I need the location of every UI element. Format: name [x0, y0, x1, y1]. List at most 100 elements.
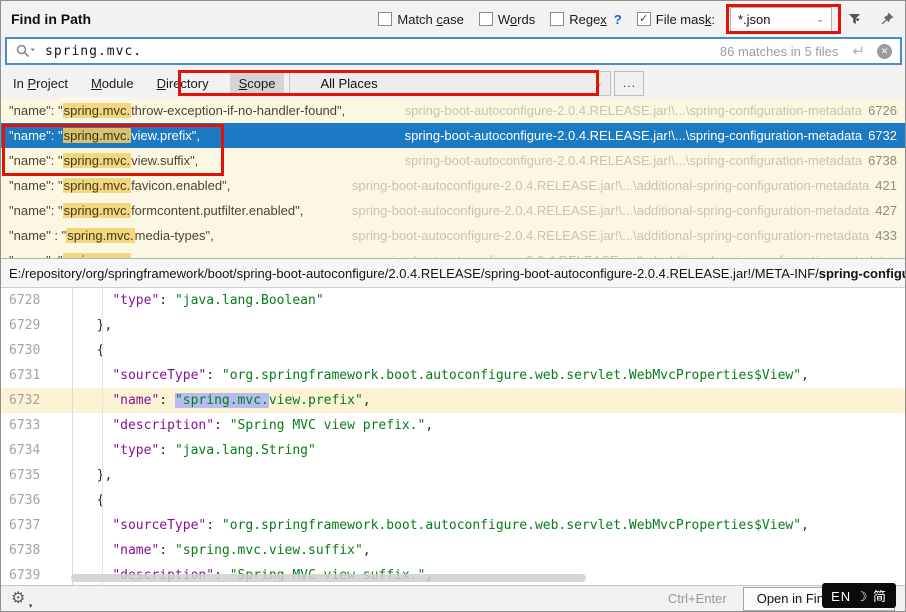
code-segment	[81, 543, 112, 558]
code-segment: ,	[363, 543, 371, 558]
code-line[interactable]: 6736 {	[1, 488, 905, 513]
label-mnemonic: x	[600, 12, 607, 27]
result-row[interactable]: "name": "spring.mvc.throw-exception-if-n…	[1, 98, 905, 123]
file-mask-checkbox[interactable]: ✓File mask:	[637, 12, 715, 27]
line-number: 6732	[1, 388, 73, 413]
code-preview[interactable]: 6728 "type": "java.lang.Boolean"6729 },6…	[1, 288, 905, 585]
results-list: "name": " spring.mvc. throw-exception-if-n…	[1, 98, 905, 258]
words-checkbox[interactable]: Words	[479, 12, 535, 27]
code-segment: ,	[801, 518, 809, 533]
regex-label: Regex	[569, 12, 607, 27]
toolbar-options: Match caseWordsRegex?✓File mask: *.json …	[378, 7, 895, 32]
code-line[interactable]: 6731 "sourceType": "org.springframework.…	[1, 363, 905, 388]
search-icon[interactable]	[15, 43, 37, 59]
code-line[interactable]: 6735 },	[1, 463, 905, 488]
result-text: "name": "spring.mvc.view.prefix",	[9, 128, 200, 143]
match-case-box[interactable]	[378, 12, 392, 26]
line-number: 6731	[1, 363, 73, 388]
result-rest: view.suffix",	[131, 153, 198, 168]
code-line[interactable]: 6733 "description": "Spring MVC view pre…	[1, 413, 905, 438]
gear-icon[interactable]: ⚙	[11, 591, 25, 607]
line-code: "name": "spring.mvc.view.suffix",	[73, 543, 371, 558]
result-row[interactable]: "name" : "spring.mvc.media-types",spring…	[1, 223, 905, 248]
dialog-titlebar: Find in Path Match case Words Regex? ✓ File …	[1, 1, 905, 37]
code-segment: ,	[425, 418, 433, 433]
scope-combo[interactable]: All Places ⌄	[289, 71, 611, 96]
horizontal-scrollbar[interactable]	[71, 574, 586, 582]
file-mask-combo[interactable]: *.json ⌄	[730, 7, 832, 32]
line-number: 6735	[1, 463, 73, 488]
line-code: "description": "Spring MVC view prefix."…	[73, 418, 433, 433]
result-row[interactable]: "name": "spring.mvc.spring-boot-autoconf…	[1, 248, 905, 258]
dialog-title: Find in Path	[11, 11, 91, 27]
code-line[interactable]: 6732 "name": "spring.mvc.view.prefix",	[1, 388, 905, 413]
words-label: Words	[498, 12, 535, 27]
result-file: spring-boot-autoconfigure-2.0.4.RELEASE.…	[405, 128, 862, 143]
scope-bar: In Project Module Directory Scope All Place…	[1, 69, 905, 97]
result-row[interactable]: "name": "spring.mvc.favicon.enabled",spr…	[1, 173, 905, 198]
preview-path-filename: spring-configuration-metadata.json	[819, 266, 905, 281]
line-code: },	[73, 318, 112, 333]
filter-icon[interactable]	[847, 11, 864, 27]
scope-tabs: In Project Module Directory Scope	[11, 72, 284, 95]
label-pre: W	[498, 12, 510, 27]
line-number: 6734	[1, 438, 73, 463]
file-mask-box[interactable]: ✓	[637, 12, 651, 26]
code-segment: :	[206, 518, 222, 533]
scope-tab-module[interactable]: Module	[89, 72, 136, 95]
label-mnemonic: S	[239, 76, 248, 91]
code-line[interactable]: 6730 {	[1, 338, 905, 363]
regex-checkbox[interactable]: Regex?	[550, 12, 622, 27]
result-prefix: "name": "	[9, 128, 63, 143]
code-segment	[81, 293, 112, 308]
result-row[interactable]: "name": "spring.mvc.view.prefix", spring-…	[1, 123, 905, 148]
code-segment: {	[81, 493, 104, 508]
result-line-number: 6726	[868, 103, 897, 118]
code-segment: "java.lang.Boolean"	[175, 293, 324, 308]
line-code: {	[73, 493, 104, 508]
code-line[interactable]: 6734 "type": "java.lang.String"	[1, 438, 905, 463]
code-segment: "sourceType"	[112, 368, 206, 383]
code-lines: 6728 "type": "java.lang.Boolean"6729 },6…	[1, 288, 905, 585]
clear-icon[interactable]: ✕	[877, 44, 892, 59]
label-post: rds	[517, 12, 535, 27]
code-segment	[81, 518, 112, 533]
line-number: 6728	[1, 288, 73, 313]
result-line-number: 421	[875, 178, 897, 193]
code-line[interactable]: 6729 },	[1, 313, 905, 338]
code-segment: "Spring MVC view prefix."	[230, 418, 426, 433]
code-line[interactable]: 6728 "type": "java.lang.Boolean"	[1, 288, 905, 313]
result-text: "name": "spring.mvc.view.suffix",	[9, 153, 198, 168]
code-segment: },	[81, 318, 112, 333]
footer-bar: ⚙ Ctrl+Enter Open in Find Window	[1, 585, 905, 611]
match-case-checkbox[interactable]: Match case	[378, 12, 463, 27]
regex-box[interactable]	[550, 12, 564, 26]
chevron-down-icon: ⌄	[595, 78, 603, 89]
search-input[interactable]: spring.mvc. 86 matches in 5 files ↵ ✕	[5, 37, 902, 65]
line-number: 6733	[1, 413, 73, 438]
scope-more-button[interactable]: ...	[614, 71, 644, 96]
words-box[interactable]	[479, 12, 493, 26]
result-row[interactable]: "name": "spring.mvc.view.suffix",spring-…	[1, 148, 905, 173]
label-pre: Rege	[569, 12, 600, 27]
label-pre: In	[13, 76, 27, 91]
line-number: 6737	[1, 513, 73, 538]
label-pre: File mas	[656, 12, 705, 27]
code-line[interactable]: 6738 "name": "spring.mvc.view.suffix",	[1, 538, 905, 563]
match-highlight: spring.mvc.	[63, 203, 131, 218]
result-row[interactable]: "name": "spring.mvc.formcontent.putfilte…	[1, 198, 905, 223]
regex-help-icon[interactable]: ?	[614, 12, 622, 27]
result-rest: throw-exception-if-no-handler-found",	[131, 103, 345, 118]
result-text: "name": "spring.mvc.favicon.enabled",	[9, 178, 230, 193]
line-code: "sourceType": "org.springframework.boot.…	[73, 368, 809, 383]
line-code: },	[73, 468, 112, 483]
pin-icon[interactable]	[879, 11, 895, 27]
scope-tab-directory[interactable]: Directory	[155, 72, 211, 95]
code-segment: ,	[363, 393, 371, 408]
result-rest: view.prefix",	[131, 128, 200, 143]
code-line[interactable]: 6737 "sourceType": "org.springframework.…	[1, 513, 905, 538]
scope-tab-scope[interactable]: Scope	[230, 72, 285, 95]
line-code: "name": "spring.mvc.view.prefix",	[73, 393, 371, 408]
newline-icon[interactable]: ↵	[852, 42, 865, 60]
scope-tab-in-project[interactable]: In Project	[11, 72, 70, 95]
